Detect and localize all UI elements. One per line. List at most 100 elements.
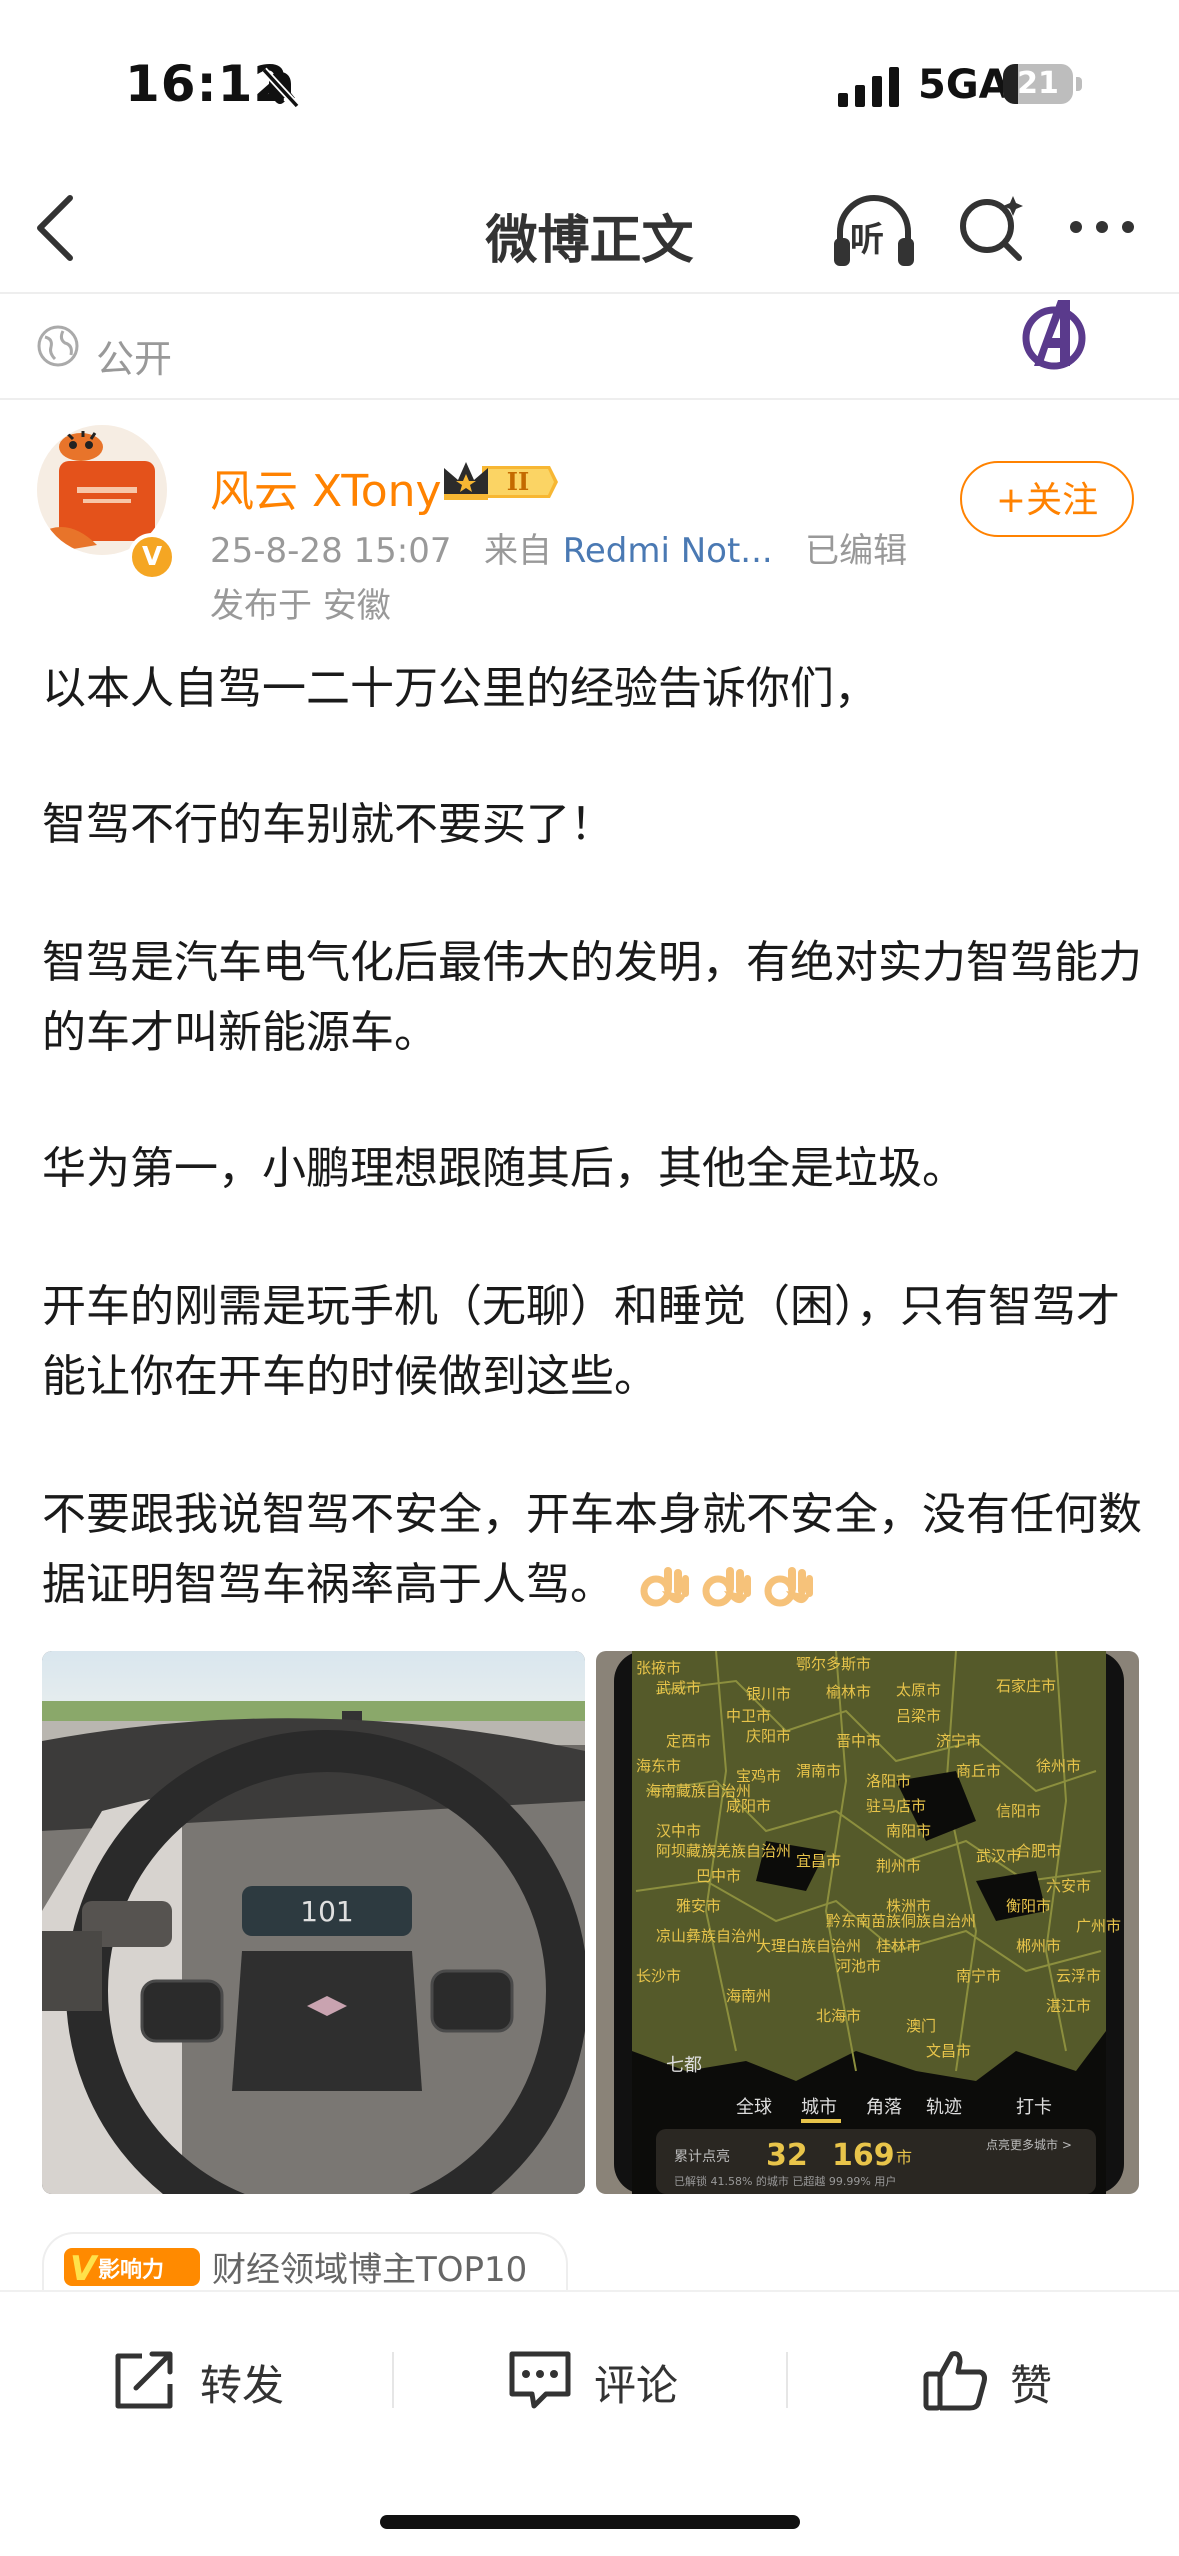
influence-badge-text: 影响力 — [98, 2257, 164, 2283]
post-image-city-map[interactable]: 张掖市 鄂尔多斯市 武威市 银川市 榆林市 太原市 石家庄市 中卫市 吕梁市 定西市 庆阳市 晋中市 济… — [596, 1651, 1139, 2194]
verified-badge: V — [128, 533, 176, 581]
influence-text: 财经领域博主TOP10 — [212, 2250, 528, 2290]
battery-icon: 21 — [1003, 64, 1083, 106]
map-tab: 城市 — [801, 2097, 837, 2118]
author-name[interactable]: 风云 XTony — [210, 455, 442, 519]
back-chevron-icon[interactable] — [30, 192, 82, 264]
more-options-icon[interactable] — [1068, 210, 1136, 244]
map-city-label: 太原市 — [896, 1681, 941, 1699]
map-city-label: 北海市 — [816, 2007, 861, 2025]
map-city-label: 文昌市 — [926, 2042, 971, 2060]
map-city-label: 宝鸡市 — [736, 1767, 781, 1785]
level-text: II — [507, 467, 529, 496]
map-city-label: 吕梁市 — [896, 1707, 941, 1725]
post-paragraph-text: 不要跟我说智驾不安全，开车本身就不安全，没有任何数据证明智驾车祸率高于人驾。 — [42, 1489, 1142, 1610]
like-label: 赞 — [1010, 2361, 1053, 2410]
post-paragraph-last: 不要跟我说智驾不安全，开车本身就不安全，没有任何数据证明智驾车祸率高于人驾。 — [42, 1480, 1142, 1620]
map-city-label: 衡阳市 — [1006, 1897, 1051, 1915]
map-city-label: 榆林市 — [826, 1683, 871, 1701]
comment-label: 评论 — [594, 2361, 679, 2410]
lit-label: 累计点亮 — [674, 2148, 730, 2165]
bell-off-icon — [261, 67, 300, 109]
map-city-label: 雅安市 — [676, 1897, 721, 1915]
map-city-label: 云浮市 — [1056, 1967, 1101, 1985]
map-city-label: 石家庄市 — [996, 1677, 1056, 1695]
network-type-label: 5GA — [918, 62, 1010, 108]
map-city-label: 合肥市 — [1016, 1842, 1061, 1860]
map-city-label: 驻马店市 — [866, 1797, 926, 1815]
thumbs-up-icon — [923, 2351, 987, 2411]
map-city-label: 定西市 — [666, 1732, 711, 1750]
action-separator — [786, 2352, 788, 2408]
map-city-label: 阿坝藏族羌族自治州 — [656, 1842, 791, 1860]
map-city-label: 银川市 — [746, 1685, 791, 1703]
ok-hand-emoji-icon — [764, 1567, 813, 1607]
map-city-label: 凉山彝族自治州 — [656, 1927, 761, 1945]
post-meta: 25-8-28 15:07 来自 Redmi Not... 已编辑 — [210, 523, 907, 572]
cellular-signal-icon — [838, 67, 899, 107]
repost-label: 转发 — [200, 2361, 285, 2410]
map-city-label: 南阳市 — [886, 1822, 931, 1840]
map-city-label: 郴州市 — [1016, 1937, 1061, 1955]
visibility-label: 公开 — [96, 337, 173, 381]
post-image-steering-wheel[interactable]: 101 — [42, 1651, 585, 2194]
map-city-label: 巴中市 — [696, 1867, 741, 1885]
map-city-label: 鄂尔多斯市 — [796, 1655, 871, 1673]
map-city-label: 商丘市 — [956, 1762, 1001, 1780]
post-paragraph: 以本人自驾一二十万公里的经验告诉你们， — [42, 663, 878, 714]
listen-button[interactable]: 听 — [832, 192, 916, 272]
map-city-label: 庆阳市 — [746, 1727, 791, 1745]
map-city-label: 信阳市 — [996, 1802, 1041, 1820]
map-city-label: 济宁市 — [936, 1732, 981, 1750]
city-map-photo: 张掖市 鄂尔多斯市武威市 银川市 榆林市 太原市 石家庄市中卫市 吕梁市定西市 庆阳市 晋中市 济… — [596, 1651, 1139, 2194]
nav-divider — [0, 292, 1179, 294]
map-city-label: 渭南市 — [796, 1762, 841, 1780]
crown-level-icon: II — [444, 462, 558, 500]
comment-icon — [509, 2351, 571, 2409]
lit-unit: 市 — [896, 2148, 912, 2167]
search-icon[interactable] — [955, 190, 1027, 262]
map-city-label: 大理白族自治州 — [756, 1937, 861, 1955]
section-divider — [0, 398, 1179, 400]
listen-label: 听 — [850, 220, 884, 260]
globe-icon — [37, 325, 79, 367]
level-badge: II — [440, 456, 560, 508]
post-paragraph: 开车的刚需是玩手机（无聊）和睡觉（困），只有智驾才能让你在开车的时候做到这些。 — [42, 1281, 1120, 1402]
map-tab: 打卡 — [1016, 2097, 1052, 2118]
map-city-label: 六安市 — [1046, 1877, 1091, 1895]
avengers-badge-icon — [1022, 300, 1086, 370]
map-city-label: 武汉市 — [976, 1847, 1021, 1865]
edited-label[interactable]: 已编辑 — [805, 531, 907, 571]
speed-readout: 101 — [300, 1895, 353, 1928]
map-tab: 全球 — [736, 2097, 772, 2118]
map-city-label: 咸阳市 — [726, 1797, 771, 1815]
source-link[interactable]: Redmi Not... — [563, 531, 773, 571]
map-city-label: 中卫市 — [726, 1707, 771, 1725]
percent-line: 已解锁 41.58% 的城市 已超越 99.99% 用户 — [674, 2174, 896, 2188]
lit-total: 169 — [832, 2138, 895, 2173]
ok-hand-emoji-icon — [640, 1567, 689, 1607]
map-city-label: 宜昌市 — [796, 1852, 841, 1870]
source-prefix: 来自 — [483, 531, 552, 571]
map-tab: 角落 — [866, 2097, 902, 2118]
map-city-label: 南宁市 — [956, 1967, 1001, 1985]
lit-cities: 32 — [766, 2138, 808, 2173]
post-timestamp: 25-8-28 15:07 — [210, 531, 452, 571]
map-city-label: 洛阳市 — [866, 1772, 911, 1790]
post-paragraph: 华为第一，小鹏理想跟随其后，其他全是垃圾。 — [42, 1143, 966, 1194]
map-city-label: 广州市 — [1076, 1917, 1121, 1935]
post-paragraph: 智驾不行的车别就不要买了！ — [42, 799, 614, 850]
battery-level: 21 — [1017, 66, 1059, 101]
map-city-label: 桂林市 — [876, 1937, 921, 1955]
map-tab: 轨迹 — [926, 2097, 962, 2118]
steering-wheel-photo: 101 — [42, 1651, 585, 2194]
map-city-label: 武威市 — [656, 1679, 701, 1697]
influence-tag[interactable]: V 影响力 财经领域博主TOP10 — [42, 2232, 568, 2294]
action-separator — [392, 2352, 394, 2408]
map-city-label: 徐州市 — [1036, 1757, 1081, 1775]
follow-button[interactable]: +关注 — [960, 461, 1134, 537]
map-city-label: 海东市 — [636, 1757, 681, 1775]
home-indicator[interactable] — [380, 2515, 800, 2529]
map-city-label: 河池市 — [836, 1957, 881, 1975]
influence-v: V — [70, 2249, 99, 2289]
